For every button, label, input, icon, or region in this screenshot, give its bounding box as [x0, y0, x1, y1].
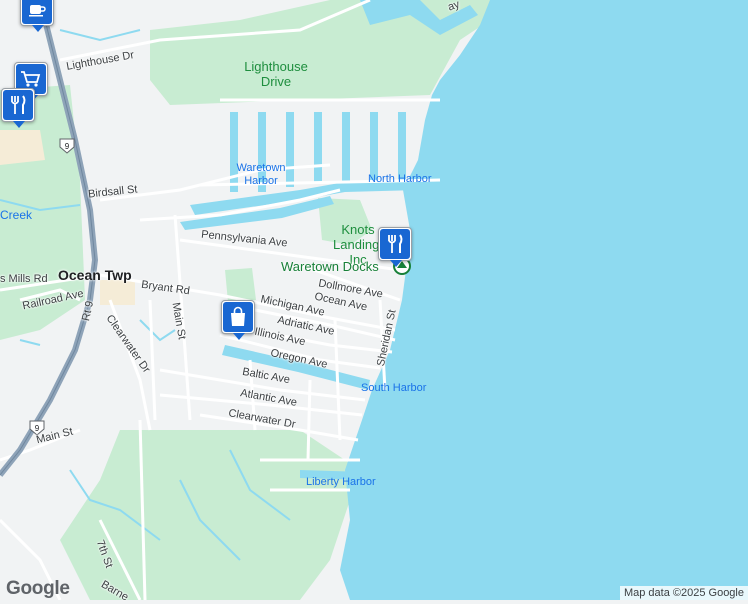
shopping-marker[interactable]	[221, 300, 255, 340]
map-attribution[interactable]: Map data ©2025 Google	[619, 586, 748, 600]
restaurant-marker-west[interactable]	[1, 88, 35, 128]
google-logo[interactable]: Google	[6, 578, 70, 600]
fork-knife-icon	[11, 95, 26, 114]
road-label-mills-rd: s Mills Rd	[0, 273, 48, 285]
tan-area-west	[0, 130, 45, 165]
water-label-waretown-harbor: Waretown Harbor	[236, 162, 286, 187]
map-canvas[interactable]: 9 9	[0, 0, 748, 600]
svg-text:9: 9	[65, 142, 70, 151]
coffee-cup-icon	[29, 5, 46, 17]
restaurant-marker-docks[interactable]	[378, 227, 412, 267]
place-label-waretown-docks[interactable]: Waretown Docks	[281, 259, 379, 274]
tan-area-town	[100, 280, 135, 305]
water-label-liberty-harbor: Liberty Harbor	[306, 476, 376, 488]
fork-knife-icon	[388, 234, 403, 253]
water-label-creek: Creek	[0, 208, 33, 222]
shopping-bag-icon	[231, 306, 245, 326]
water-label-north-harbor: North Harbor	[368, 173, 432, 185]
town-label-ocean-twp: Ocean Twp	[58, 267, 132, 283]
cafe-marker[interactable]	[20, 0, 54, 32]
park-label-lighthouse-drive: Lighthouse Drive	[244, 59, 308, 89]
water-label-south-harbor: South Harbor	[361, 382, 427, 394]
svg-text:9: 9	[35, 424, 40, 433]
shopping-cart-icon	[21, 71, 41, 87]
